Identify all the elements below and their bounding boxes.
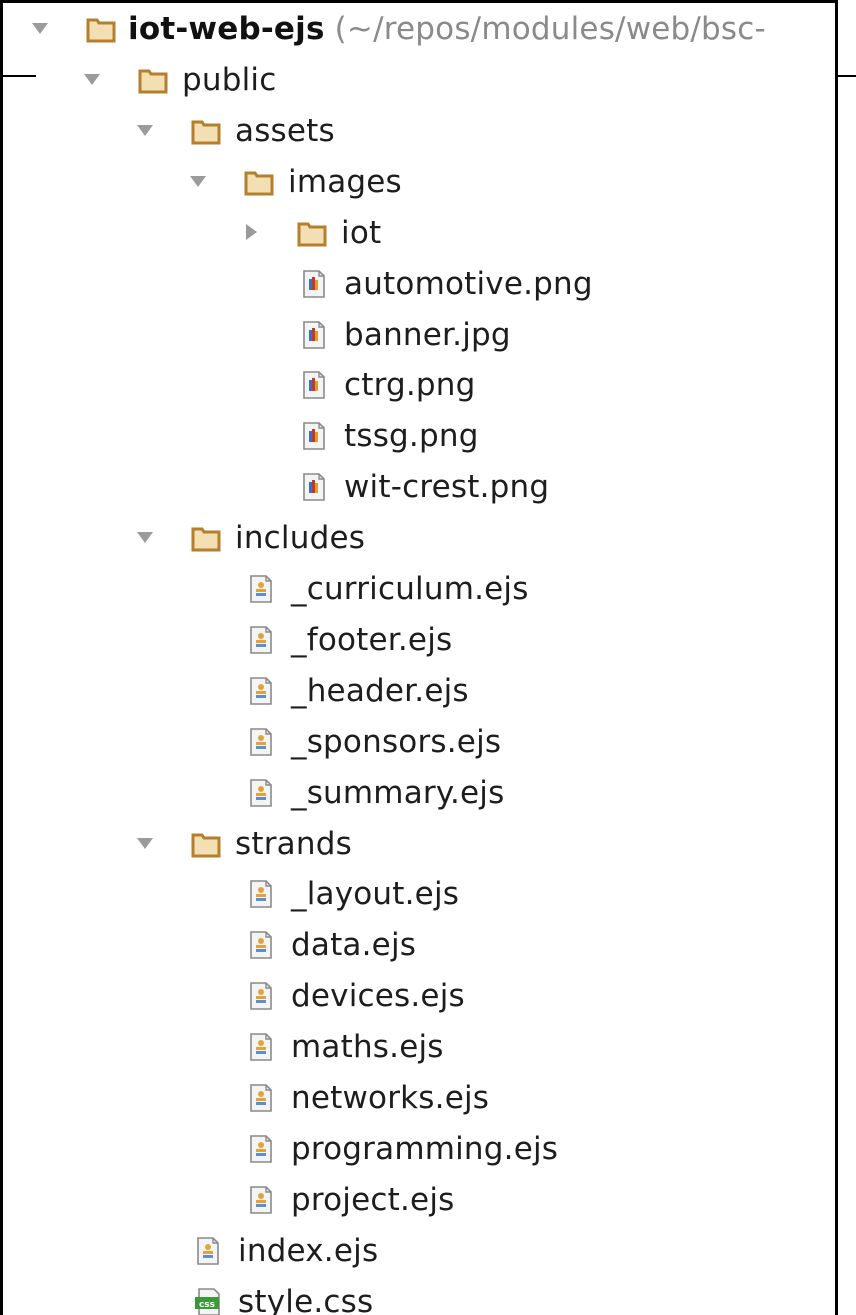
file-label: tssg.png bbox=[344, 418, 479, 455]
folder-label: iot bbox=[341, 214, 382, 251]
tree-file-row[interactable]: css style.css bbox=[3, 1278, 835, 1315]
file-label: _layout.ejs bbox=[291, 876, 460, 913]
file-label: _header.ejs bbox=[291, 672, 469, 709]
ejs-file-icon bbox=[247, 574, 275, 604]
image-file-icon bbox=[300, 370, 328, 400]
ejs-file-icon bbox=[247, 981, 275, 1011]
tree-file-row[interactable]: index.ejs bbox=[3, 1227, 835, 1277]
ejs-file-icon bbox=[247, 1134, 275, 1164]
tree-file-row[interactable]: _sponsors.ejs bbox=[3, 718, 835, 768]
tree-file-row[interactable]: _footer.ejs bbox=[3, 616, 835, 666]
tree-file-row[interactable]: data.ejs bbox=[3, 921, 835, 971]
file-label: wit-crest.png bbox=[344, 469, 550, 506]
ejs-file-icon bbox=[247, 879, 275, 909]
folder-icon bbox=[191, 829, 221, 859]
file-label: devices.ejs bbox=[291, 978, 465, 1015]
ejs-file-icon bbox=[247, 778, 275, 808]
tree-file-row[interactable]: tssg.png bbox=[3, 412, 835, 462]
folder-icon bbox=[244, 167, 274, 197]
ejs-file-icon bbox=[247, 1083, 275, 1113]
project-tree: iot-web-ejs (~/repos/modules/web/bsc- pub… bbox=[3, 3, 835, 1315]
ejs-file-icon bbox=[247, 1032, 275, 1062]
root-name: iot-web-ejs bbox=[128, 11, 325, 47]
ejs-file-icon bbox=[247, 625, 275, 655]
tree-file-row[interactable]: automotive.png bbox=[3, 260, 835, 310]
file-label: _sponsors.ejs bbox=[291, 723, 502, 760]
divider-line-right bbox=[838, 75, 856, 77]
file-label: style.css bbox=[238, 1283, 374, 1315]
file-label: data.ejs bbox=[291, 927, 417, 964]
tree-file-row[interactable]: _summary.ejs bbox=[3, 769, 835, 819]
tree-folder-row[interactable]: images bbox=[3, 158, 835, 208]
ejs-file-icon bbox=[247, 727, 275, 757]
triangle-down-icon[interactable] bbox=[29, 17, 51, 39]
file-label: programming.ejs bbox=[291, 1130, 559, 1167]
tree-file-row[interactable]: _layout.ejs bbox=[3, 870, 835, 920]
folder-label: assets bbox=[235, 112, 335, 149]
tree-file-row[interactable]: wit-crest.png bbox=[3, 463, 835, 513]
tree-file-row[interactable]: devices.ejs bbox=[3, 972, 835, 1022]
triangle-down-icon[interactable] bbox=[134, 119, 156, 141]
project-tree-window: iot-web-ejs (~/repos/modules/web/bsc- pub… bbox=[0, 0, 856, 1315]
folder-label: public bbox=[182, 62, 277, 98]
tree-file-row[interactable]: _curriculum.ejs bbox=[3, 565, 835, 615]
css-file-icon: css bbox=[194, 1287, 222, 1315]
folder-icon bbox=[297, 218, 327, 248]
folder-label: includes bbox=[235, 520, 366, 557]
triangle-right-icon[interactable] bbox=[240, 221, 262, 243]
file-label: _summary.ejs bbox=[291, 774, 505, 811]
ejs-file-icon bbox=[194, 1236, 222, 1266]
folder-icon bbox=[191, 116, 221, 146]
image-file-icon bbox=[300, 472, 328, 502]
folder-icon bbox=[86, 14, 116, 44]
ejs-file-icon bbox=[247, 676, 275, 706]
tree-file-row[interactable]: programming.ejs bbox=[3, 1125, 835, 1175]
tree-file-row[interactable]: project.ejs bbox=[3, 1176, 835, 1226]
tree-root-label: iot-web-ejs (~/repos/modules/web/bsc- bbox=[128, 8, 766, 50]
tree-file-row[interactable]: networks.ejs bbox=[3, 1074, 835, 1124]
image-file-icon bbox=[300, 320, 328, 350]
tree-file-row[interactable]: _header.ejs bbox=[3, 667, 835, 717]
file-label: networks.ejs bbox=[291, 1080, 490, 1116]
image-file-icon bbox=[300, 269, 328, 299]
file-label: index.ejs bbox=[238, 1232, 379, 1269]
svg-text:css: css bbox=[199, 1300, 215, 1310]
root-path: (~/repos/modules/web/bsc- bbox=[334, 11, 766, 47]
tree-root-row[interactable]: iot-web-ejs (~/repos/modules/web/bsc- bbox=[3, 5, 835, 55]
file-label: ctrg.png bbox=[344, 367, 476, 404]
window-border-right bbox=[835, 0, 838, 1315]
triangle-down-icon[interactable] bbox=[134, 832, 156, 854]
file-label: automotive.png bbox=[344, 265, 593, 302]
tree-file-row[interactable]: ctrg.png bbox=[3, 361, 835, 411]
file-label: project.ejs bbox=[291, 1181, 455, 1218]
file-label: _footer.ejs bbox=[291, 621, 453, 658]
tree-folder-row[interactable]: public bbox=[3, 56, 835, 106]
file-label: _curriculum.ejs bbox=[291, 571, 529, 607]
folder-label: strands bbox=[235, 825, 352, 862]
tree-file-row[interactable]: banner.jpg bbox=[3, 311, 835, 361]
tree-folder-row[interactable]: includes bbox=[3, 514, 835, 564]
folder-icon bbox=[138, 65, 168, 95]
triangle-down-icon[interactable] bbox=[187, 170, 209, 192]
tree-folder-row[interactable]: strands bbox=[3, 820, 835, 870]
ejs-file-icon bbox=[247, 930, 275, 960]
folder-icon bbox=[191, 523, 221, 553]
folder-label: images bbox=[288, 163, 402, 200]
tree-file-row[interactable]: maths.ejs bbox=[3, 1023, 835, 1073]
file-label: maths.ejs bbox=[291, 1029, 444, 1066]
tree-folder-row[interactable]: assets bbox=[3, 107, 835, 157]
ejs-file-icon bbox=[247, 1185, 275, 1215]
file-label: banner.jpg bbox=[344, 316, 511, 353]
triangle-down-icon[interactable] bbox=[134, 526, 156, 548]
image-file-icon bbox=[300, 421, 328, 451]
tree-folder-row[interactable]: iot bbox=[3, 209, 835, 259]
triangle-down-icon[interactable] bbox=[81, 68, 103, 90]
